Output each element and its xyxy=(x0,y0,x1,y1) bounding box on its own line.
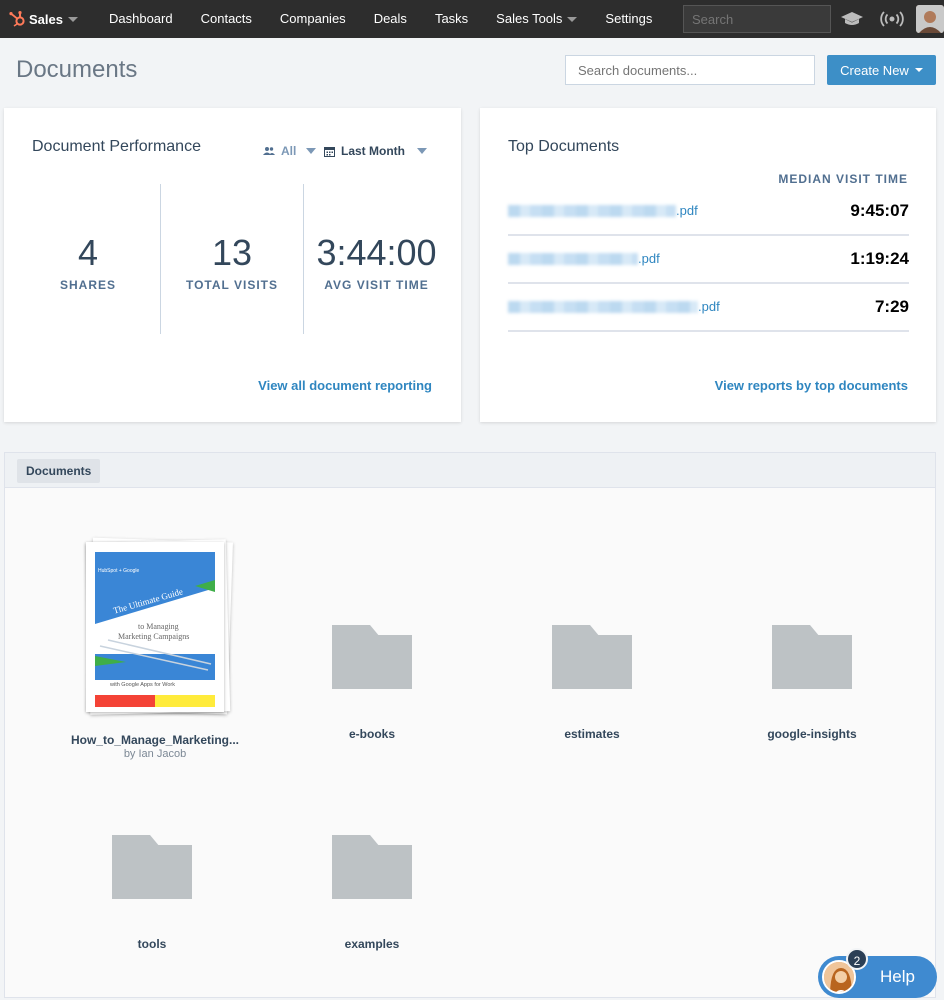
documents-panel: Documents xyxy=(4,452,936,998)
folder-icon[interactable] xyxy=(332,835,412,899)
stat-label: AVG VISIT TIME xyxy=(324,278,429,292)
redacted-name xyxy=(508,252,638,265)
card-title: Top Documents xyxy=(508,138,620,155)
stat-label: SHARES xyxy=(59,278,116,292)
redacted-name xyxy=(508,204,676,217)
folder-body xyxy=(112,845,192,899)
tab-documents[interactable]: Documents xyxy=(17,459,101,483)
median-visit-time: 1:19:24 xyxy=(850,249,909,268)
graduation-cap-icon[interactable] xyxy=(838,0,866,38)
nav-settings[interactable]: Settings xyxy=(591,0,666,38)
brand-label: Sales xyxy=(29,11,63,27)
help-widget[interactable]: 2 Help xyxy=(818,948,937,998)
notification-badge: 2 xyxy=(846,948,868,970)
stat-shares: 4 SHARES xyxy=(16,184,160,334)
nav-sales-tools-label: Sales Tools xyxy=(496,11,563,26)
folder-icon[interactable] xyxy=(552,625,632,689)
top-document-row: .pdf 9:45:07 xyxy=(508,188,909,236)
folder-body xyxy=(332,635,412,689)
document-performance-card: Document Performance All Last Month 4 SH… xyxy=(4,108,461,422)
document-extension: .pdf xyxy=(698,299,720,314)
document-link[interactable]: .pdf xyxy=(508,299,720,314)
nav-search-input[interactable] xyxy=(683,5,831,33)
nav-dashboard[interactable]: Dashboard xyxy=(95,0,187,38)
stat-total-visits: 13 TOTAL VISITS xyxy=(161,184,303,334)
documents-panel-header: Documents xyxy=(5,453,935,488)
median-visit-time: 9:45:07 xyxy=(850,201,909,220)
folder-icon[interactable] xyxy=(332,625,412,689)
calendar-icon xyxy=(324,146,335,157)
thumb-brand-line: HubSpot + Google xyxy=(98,568,140,574)
column-header: MEDIAN VISIT TIME xyxy=(778,172,908,186)
broadcast-icon[interactable] xyxy=(877,0,907,38)
redacted-name xyxy=(508,300,698,313)
chevron-down-icon xyxy=(914,68,923,72)
search-documents-input[interactable] xyxy=(565,55,815,85)
avatar[interactable] xyxy=(916,5,944,33)
document-thumbnail[interactable]: HubSpot + Google The Ultimate Guide to M… xyxy=(86,542,224,712)
chevron-down-icon xyxy=(306,148,317,154)
stat-label: TOTAL VISITS xyxy=(185,278,278,292)
thumb-title-2: to Managing xyxy=(138,622,179,631)
folder-name[interactable]: examples xyxy=(262,937,482,951)
nav-tasks[interactable]: Tasks xyxy=(421,0,482,38)
document-extension: .pdf xyxy=(638,251,660,266)
create-new-label: Create New xyxy=(840,62,909,78)
nav-contacts[interactable]: Contacts xyxy=(187,0,266,38)
median-visit-time: 7:29 xyxy=(874,297,909,316)
view-top-documents-reports-link[interactable]: View reports by top documents xyxy=(715,378,908,393)
folder-icon[interactable] xyxy=(772,625,852,689)
folder-name[interactable]: estimates xyxy=(482,727,702,741)
thumb-title-3: Marketing Campaigns xyxy=(118,632,190,641)
help-label: Help xyxy=(880,967,915,986)
date-range-label: Last Month xyxy=(341,144,405,158)
users-icon xyxy=(263,147,275,155)
nav-sales-tools[interactable]: Sales Tools xyxy=(482,0,591,38)
nav-deals[interactable]: Deals xyxy=(360,0,421,38)
folder-icon[interactable] xyxy=(112,835,192,899)
top-document-row: .pdf 1:19:24 xyxy=(508,236,909,284)
chevron-down-icon xyxy=(567,17,578,23)
document-extension: .pdf xyxy=(676,203,698,218)
view-all-reporting-link[interactable]: View all document reporting xyxy=(258,378,432,393)
chevron-down-icon xyxy=(417,148,427,154)
folder-name[interactable]: e-books xyxy=(262,727,482,741)
date-range-filter[interactable]: Last Month xyxy=(324,144,427,158)
owner-filter-label: All xyxy=(281,144,297,158)
document-link[interactable]: .pdf xyxy=(508,251,660,266)
stat-value: 3:44:00 xyxy=(316,232,437,273)
folder-body xyxy=(332,845,412,899)
create-new-button[interactable]: Create New xyxy=(827,55,936,85)
stat-value: 13 xyxy=(211,232,253,273)
folder-name[interactable]: tools xyxy=(42,937,262,951)
brand-menu[interactable]: Sales xyxy=(0,0,95,38)
folder-body xyxy=(772,635,852,689)
card-title: Document Performance xyxy=(32,138,201,155)
stat-value: 4 xyxy=(77,232,99,273)
page-title: Documents xyxy=(16,56,138,83)
folder-name[interactable]: google-insights xyxy=(702,727,922,741)
document-item-name[interactable]: How_to_Manage_Marketing... xyxy=(45,733,265,747)
stat-avg-visit-time: 3:44:00 AVG VISIT TIME xyxy=(304,184,449,334)
nav-companies[interactable]: Companies xyxy=(266,0,360,38)
hubspot-logo-icon xyxy=(9,11,25,27)
top-document-row: .pdf 7:29 xyxy=(508,284,909,332)
folder-body xyxy=(552,635,632,689)
top-documents-card: Top Documents MEDIAN VISIT TIME .pdf 9:4… xyxy=(480,108,936,422)
owner-filter[interactable]: All xyxy=(263,144,317,158)
document-item-author: by Ian Jacob xyxy=(123,748,187,760)
document-link[interactable]: .pdf xyxy=(508,203,698,218)
thumb-footer: with Google Apps for Work xyxy=(110,682,176,688)
chevron-down-icon xyxy=(67,16,78,22)
